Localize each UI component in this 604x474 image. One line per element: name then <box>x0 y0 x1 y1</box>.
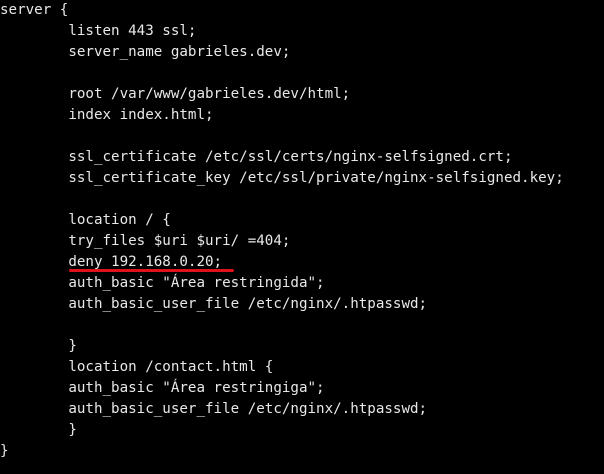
config-line-contact-close: } <box>0 422 77 438</box>
config-line-ssl-certificate-key: ssl_certificate_key /etc/ssl/private/ngi… <box>0 170 564 186</box>
config-line-index: index index.html; <box>0 107 214 123</box>
config-line-auth-basic-user-file: auth_basic_user_file /etc/nginx/.htpassw… <box>0 296 428 312</box>
config-line-auth-basic: auth_basic "Área restringida"; <box>0 275 325 291</box>
config-line-contact-auth-basic-user-file: auth_basic_user_file /etc/nginx/.htpassw… <box>0 401 428 417</box>
config-line-location-root: location / { <box>0 212 171 228</box>
config-line-root: root /var/www/gabrieles.dev/html; <box>0 86 351 102</box>
config-line-server-open: server { <box>0 2 69 18</box>
config-line-try-files: try_files $uri $uri/ =404; <box>0 233 291 249</box>
config-line-ssl-certificate: ssl_certificate /etc/ssl/certs/nginx-sel… <box>0 149 513 165</box>
config-line-server-close: } <box>0 443 9 459</box>
config-line-location-contact: location /contact.html { <box>0 359 274 375</box>
config-line-listen: listen 443 ssl; <box>0 23 197 39</box>
config-line-server-name: server_name gabrieles.dev; <box>0 44 291 60</box>
config-line-contact-auth-basic: auth_basic "Área restringiga"; <box>0 380 325 396</box>
config-line-location-close: } <box>0 338 77 354</box>
deny-highlight-underline <box>69 269 234 272</box>
terminal-window[interactable]: server { listen 443 ssl; server_name gab… <box>0 0 604 474</box>
